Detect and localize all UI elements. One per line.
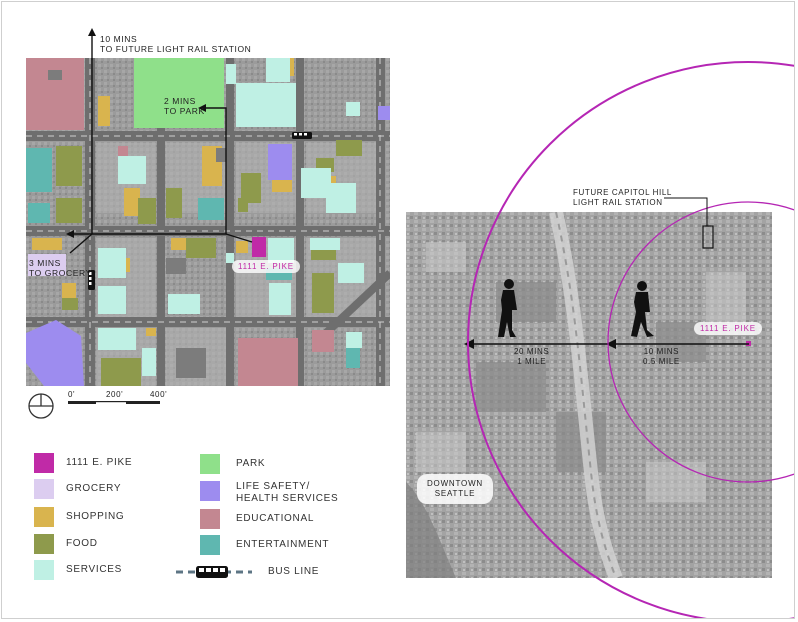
walk-20-label: 20 MINS 1 MILE bbox=[514, 347, 550, 366]
callout-light-rail-station: FUTURE CAPITOL HILL LIGHT RAIL STATION bbox=[573, 188, 672, 207]
context-site-label: 1111 E. PIKE bbox=[694, 322, 762, 335]
half-mile-radius bbox=[607, 201, 794, 483]
downtown-label: DOWNTOWN SEATTLE bbox=[417, 474, 493, 504]
walk-10-label: 10 MINS 0.5 MILE bbox=[643, 347, 680, 366]
figure-frame: 10 MINS TO FUTURE LIGHT RAIL STATION 2 M… bbox=[1, 1, 795, 619]
one-mile-radius bbox=[467, 61, 794, 618]
walk-radius-circles bbox=[467, 61, 794, 618]
